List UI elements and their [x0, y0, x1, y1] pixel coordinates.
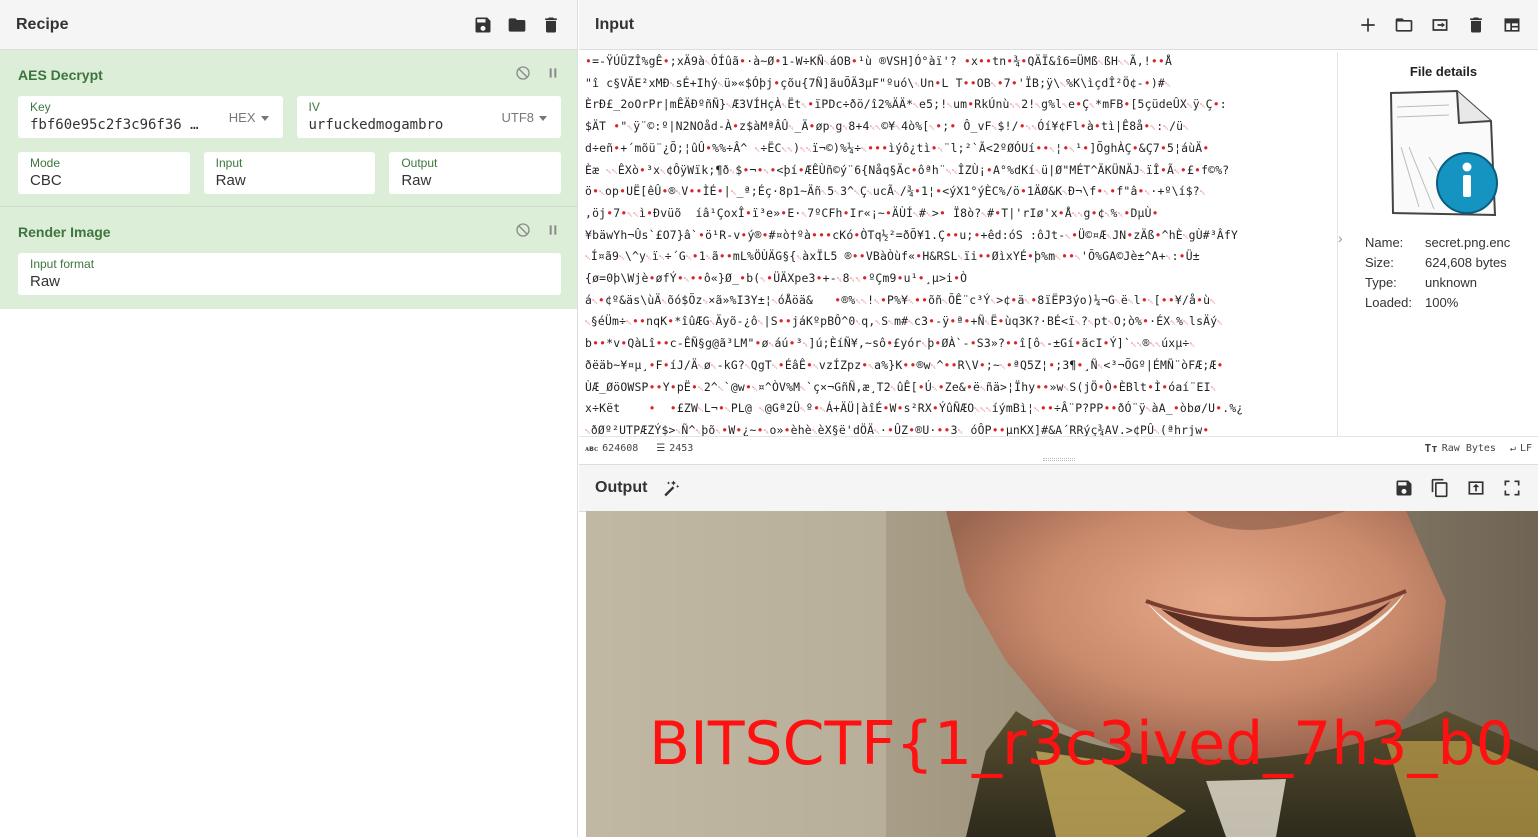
iv-field[interactable]: IV urfuckedmogambro UTF8 — [296, 96, 561, 138]
output-panel: Output BITSCTF{1_r3c3ived_7h3_b0 — [579, 464, 1538, 837]
size-label: Size: — [1365, 255, 1394, 270]
input-length-stat: ᴀʙᴄ 624608 — [585, 443, 638, 454]
input-text-line: "î c§VÄE²xMÐ␀sÉ+Ihý␀ü»«$Óþj•çõu{7Ñ]ãuÕÄ3… — [585, 75, 1171, 90]
operation-title: AES Decrypt — [18, 67, 103, 83]
loaded-label: Loaded: — [1365, 295, 1412, 310]
input-text-line: {ø=0þ\Wjè•øfÝ•␀••ô«}Ø_•b(␀•ÜÄXpe3•+-␀8␀␀… — [585, 271, 968, 286]
output-type-field[interactable]: Output Raw — [389, 152, 562, 194]
file-name-value: secret.png.enc — [1425, 235, 1511, 250]
open-file-input-icon[interactable] — [1430, 15, 1450, 35]
output-title: Output — [595, 479, 648, 496]
operation-title: Render Image — [18, 224, 111, 240]
file-type-value: unknown — [1425, 275, 1478, 290]
output-type-select[interactable]: Raw — [401, 170, 549, 192]
type-label: Type: — [1365, 275, 1397, 290]
add-tab-plus-icon[interactable] — [1358, 15, 1378, 35]
open-folder-icon[interactable] — [1394, 15, 1414, 35]
input-status-bar: ᴀʙᴄ 624608 ☰ 2453 Tт Raw Bytes ↵ LF — [579, 436, 1538, 460]
key-format-dropdown[interactable]: HEX — [229, 110, 269, 125]
input-text-line: b••*v•QàLî••c-ÊÑ§g@ã³LM"•ø␀áú•³␀]ú;ÈíÑ¥,… — [585, 336, 1196, 351]
disable-operation-icon[interactable] — [515, 65, 531, 86]
operation-aes-decrypt: AES Decrypt Key fbf60e95c2f3c96f36 … HEX… — [0, 50, 577, 207]
flag-text-overlay: BITSCTF{1_r3c3ived_7h3_b0 — [649, 709, 1514, 779]
output-header: Output — [579, 464, 1538, 512]
mode-select[interactable]: CBC — [30, 170, 178, 192]
recipe-panel: Recipe AES Decrypt Key fbf60e95c2f3c96f3… — [0, 0, 578, 837]
abc-length-icon: ᴀʙᴄ — [585, 444, 599, 453]
input-lines-value: 2453 — [669, 443, 694, 454]
file-details-table: Name: secret.png.enc Size: 624,608 bytes T… — [1349, 233, 1538, 313]
input-text-line: ␀ðØº²UTPÆZÝ$>␀Ñ^␀þõ␀•W•¿~•␀o»•èhè␀èX§ë'd… — [585, 422, 1210, 436]
breakpoint-pause-icon[interactable] — [545, 65, 561, 86]
io-resize-handle[interactable] — [1043, 458, 1075, 461]
file-info-icon — [1379, 87, 1505, 219]
recipe-header: Recipe — [0, 0, 577, 50]
key-input[interactable]: fbf60e95c2f3c96f36 … — [30, 114, 215, 136]
eol-return-icon: ↵ — [1509, 443, 1516, 454]
input-text-line: á␀•¢º&äs\ùÄ␀õó$Õz␀×ã»%I3Y±¦␀óÅöä& •®%␀␀!… — [585, 292, 1216, 307]
input-text-line: x÷Kët • •£ZW␀L¬•␀PL@ ␀@Gª2Ü␀º•␀Á+ÄÜ|àîÉ•… — [585, 401, 1244, 416]
mode-label: Mode — [30, 156, 61, 170]
file-details-pane: File details Name: secret.png.enc Size: 62… — [1349, 52, 1538, 436]
input-text-line: d÷eñ•+´mõü¨¿Õ;¦ûÛ•%%÷Â^ ␀÷ËC␀␀)␀␀ï¬©)%¼÷… — [585, 140, 1210, 155]
mode-field[interactable]: Mode CBC — [18, 152, 190, 194]
operation-render-image: Render Image Input format Raw — [0, 207, 577, 303]
clear-input-trash-icon[interactable] — [1466, 15, 1486, 35]
input-type-field[interactable]: Input Raw — [203, 152, 376, 194]
input-header: Input — [579, 0, 1538, 50]
input-type-select[interactable]: Raw — [216, 170, 364, 192]
input-format-field[interactable]: Input format Raw — [18, 253, 561, 295]
eol-selector[interactable]: ↵ LF — [1510, 443, 1532, 454]
cyberchef-app: Recipe AES Decrypt Key fbf60e95c2f3c96f3… — [0, 0, 1538, 837]
input-text-line: ␀Í¤ã9␀\^y␀ï␀÷´G␀•1␀ã••mL%ÖÙÄG§{␀àxÏL5 ®•… — [585, 249, 1200, 264]
collapse-file-details-icon[interactable]: › — [1338, 230, 1343, 246]
input-text-line: •=-ŸÚÜZÎ%gÊ•;xÄ9à␀ÓÍûã•·à~Ø•1-W÷KÑ␀áOB•¹… — [585, 54, 1172, 68]
maximise-output-icon[interactable] — [1502, 478, 1522, 498]
encoding-selector[interactable]: Tт Raw Bytes — [1424, 442, 1495, 455]
clear-recipe-trash-icon[interactable] — [541, 15, 561, 35]
save-output-icon[interactable] — [1394, 478, 1414, 498]
lines-icon: ☰ — [656, 443, 666, 454]
copy-output-icon[interactable] — [1430, 478, 1450, 498]
disable-operation-icon[interactable] — [515, 222, 531, 243]
input-text-line: ö•␀op•UË[êÛ•®␀V••ÌÉ•|␀_ª;Éç·8p1~Äñ␀5␀3^␀… — [585, 184, 1206, 199]
input-format-label: Input format — [30, 257, 95, 271]
file-loaded-value: 100% — [1425, 295, 1459, 310]
eol-value: LF — [1519, 443, 1532, 454]
replace-input-with-output-icon[interactable] — [1466, 478, 1486, 498]
recipe-operations: AES Decrypt Key fbf60e95c2f3c96f36 … HEX… — [0, 50, 577, 309]
input-textarea[interactable]: •=-ŸÚÜZÎ%gÊ•;xÄ9à␀ÓÍûã•·à~Ø•1-W÷KÑ␀áOB•¹… — [585, 52, 1333, 436]
file-details-title: File details — [1409, 64, 1478, 79]
input-text-line: $ÄT •"␀ÿ¨©:º|N2NOåd-À•z$àMªÂÛ␀_Ä•øp␀g␀8+… — [585, 119, 1189, 134]
input-title: Input — [595, 15, 635, 33]
output-photo — [586, 511, 1538, 837]
magic-wand-icon[interactable] — [661, 478, 681, 498]
iv-format-dropdown[interactable]: UTF8 — [502, 110, 548, 125]
input-text-line: Èæ ␀␀ÊXò•³x␀¢ÔÿWïk;¶ð␀$•¬•␀•<þí•ÆÊÙñ©ý¨6… — [585, 162, 1230, 177]
breakpoint-pause-icon[interactable] — [545, 222, 561, 243]
input-text-line: ␀§éÜm÷␀••nqK•*îûÆG␀Äyõ-¿ô␀|S••jáKºpBÔ^0␀… — [585, 314, 1224, 329]
input-text-line: ÙÆ_ØöOWSP••Y•pË•␀2^␀`@w•␀¤^ÒV%M␀`ç×¬GñÑ,… — [585, 379, 1217, 394]
input-text-line: ,öj•7•␀␀ì•Ðvüõ íâ¹ÇoxÎ•ï³e»•E·␀7ºCFh•Ir«… — [585, 205, 1159, 220]
encoding-value: Raw Bytes — [1441, 443, 1496, 454]
recipe-title: Recipe — [16, 15, 69, 33]
key-field[interactable]: Key fbf60e95c2f3c96f36 … HEX — [18, 96, 283, 138]
input-text-line: ¥bäwYh¬Ûs`£O7}â`•ö¹R-v•ý®•#¤ò†ºà•••cKó•Ò… — [585, 227, 1239, 242]
file-size-value: 624,608 bytes — [1425, 255, 1507, 270]
text-encoding-icon: Tт — [1424, 442, 1438, 455]
input-lines-stat: ☰ 2453 — [656, 443, 693, 454]
input-format-select[interactable]: Raw — [30, 271, 549, 293]
load-recipe-folder-icon[interactable] — [507, 15, 527, 35]
save-recipe-icon[interactable] — [473, 15, 493, 35]
name-label: Name: — [1365, 235, 1404, 250]
output-type-label: Output — [401, 156, 438, 170]
rendered-output-image: BITSCTF{1_r3c3ived_7h3_b0 — [586, 511, 1538, 837]
input-type-label: Input — [215, 156, 243, 170]
input-panel: Input •=-ŸÚÜZÎ%gÊ•;xÄ9à␀ÓÍûã•·à~Ø•1-W÷KÑ… — [579, 0, 1538, 462]
input-text-line: ÈrÐ£_2oOrPr|mÊÄÐºñÑ}␀Æ3VÍHçÀ␀Ët␀•ïPDc÷ðö… — [585, 97, 1227, 112]
reset-layout-icon[interactable] — [1502, 15, 1522, 35]
input-length-value: 624608 — [602, 443, 639, 454]
input-text-line: ðëäb~¥¤µ¸•F•íJ/Ä␀ø␀-kG?␀QgT␀•ÉâÊ•␀vzÍZpz… — [585, 357, 1224, 372]
